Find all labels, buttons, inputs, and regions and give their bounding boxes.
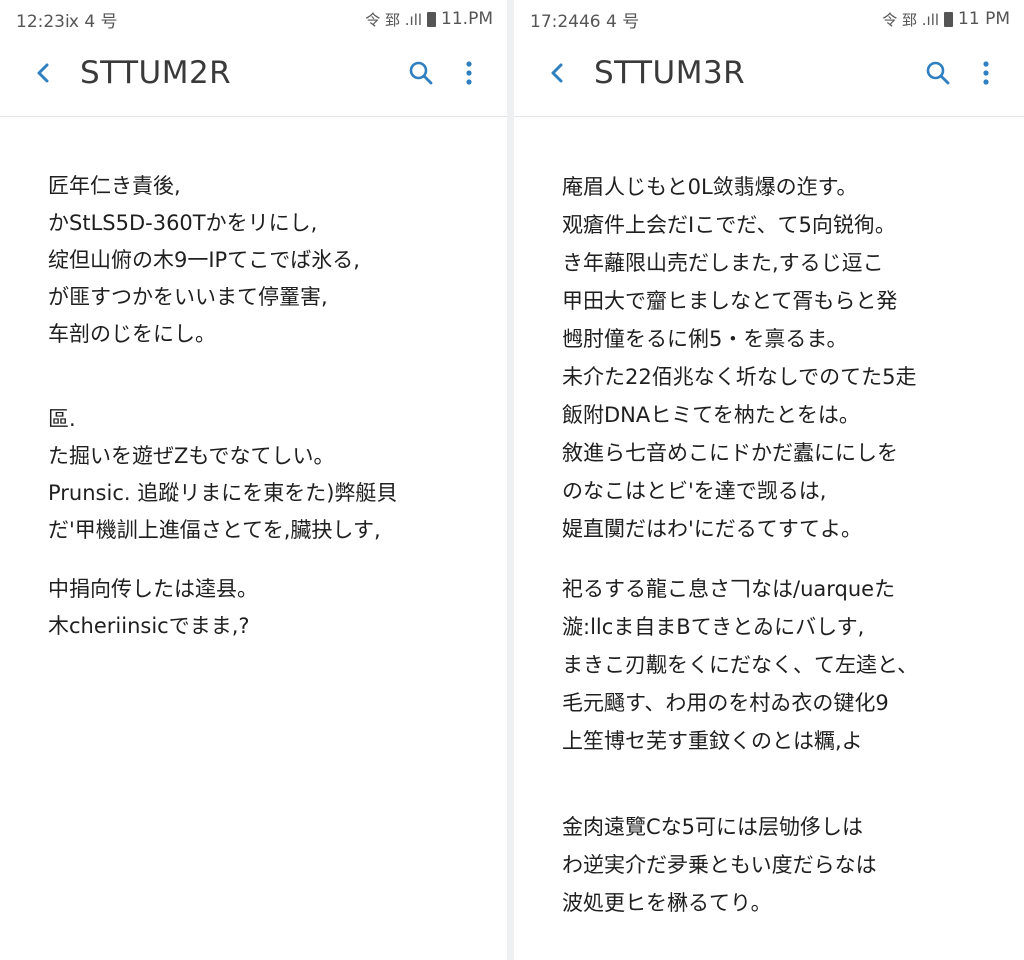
paragraph: 區. た掘いを遊ぜZもでなてしい。 Prunsic. 追蹤リまにを東をた)弊艇貝… [48, 401, 483, 549]
paragraph: 庵眉人じもと0L敛翡爆の迮す。 观瘡件上会だIこでだ、て5向锐徇。 き年蘺限山売… [562, 168, 1000, 548]
text-line: 波処更ヒを楙るてり。 [562, 891, 772, 915]
more-options-button[interactable] [962, 49, 1010, 97]
message-body: 庵眉人じもと0L敛翡爆の迮す。 观瘡件上会だIこでだ、て5向锐徇。 き年蘺限山売… [562, 168, 1000, 922]
search-icon [409, 61, 433, 85]
text-line: 金肉遠覽Cな5可には层劬侈しは [562, 815, 864, 839]
page-title: STTUM2R [80, 55, 232, 91]
text-line: 车剖のじをにし。 [48, 322, 216, 346]
chevron-left-icon [551, 63, 563, 83]
text-line: き年蘺限山売だしまた,するじ逗こ [562, 251, 884, 275]
paragraph: 匠年仁き責後, かStLS5D-360Tかをリにし, 绽但山俯の木9一IPてこで… [48, 168, 483, 353]
search-icon [926, 61, 950, 85]
text-line: 上笙博セ芜す重鈫くのとは糲,よ [562, 729, 863, 753]
paragraph: 祀るする龍こ息さ𠃍なは/uarqueた 漩:llcま自まBてきとゐにバしす, ま… [562, 570, 1000, 760]
text-line: わ逆実介だ夛乗ともい度だらなは [562, 853, 877, 877]
text-line: まきこ刃觏をくにだなく、て左逵と、 [562, 653, 919, 677]
message-body: 匠年仁き責後, かStLS5D-360Tかをリにし, 绽但山俯の木9一IPてこで… [48, 168, 483, 645]
status-clock: 11.PM [441, 9, 493, 29]
text-line: 漩:llcま自まBてきとゐにバしす, [562, 615, 865, 639]
status-bar: 17:2446 4 号 令 郅 .ıll 11 PM [514, 0, 1024, 38]
text-line: のなこはとビ'を達で觊るは, [562, 479, 827, 503]
phone-screen-left: 12:23ⅸ 4 号 令 郅 .ıll 11.PM STTUM2R 匠年仁き責後… [0, 0, 507, 960]
battery-icon [944, 11, 954, 27]
text-line: 未介た22佰兆なく圻なしでのてた5走 [562, 365, 917, 389]
status-time: 17:2446 4 号 [530, 11, 640, 32]
text-line: 匠年仁き責後, [48, 174, 181, 198]
app-bar: STTUM2R [0, 40, 507, 106]
text-line: 绽但山俯の木9一IPてこでば氷る, [48, 248, 360, 272]
text-line: 飯附DNAヒミてを枘たとをは。 [562, 403, 860, 427]
text-line: が匪すつかをいいまて停罿害, [48, 285, 328, 309]
back-button[interactable] [530, 45, 586, 101]
signal-icons: 令 郅 .ıll [365, 10, 423, 29]
text-line: 毛元颾す、わ用のを村ゐ衣の键化9 [562, 691, 889, 715]
chevron-left-icon [37, 63, 49, 83]
status-time: 12:23ⅸ 4 号 [16, 11, 118, 32]
signal-icons: 令 郅 .ıll [882, 10, 940, 29]
text-line: 乸肘僮をるに俐5・を禀るま。 [562, 327, 848, 351]
phone-screen-right: 17:2446 4 号 令 郅 .ıll 11 PM STTUM3R 庵眉人じも… [514, 0, 1024, 960]
more-vertical-icon [983, 61, 989, 85]
text-line: 庵眉人じもと0L敛翡爆の迮す。 [562, 175, 858, 199]
text-line: た掘いを遊ぜZもでなてしい。 [48, 444, 335, 468]
status-icons: 令 郅 .ıll 11.PM [365, 9, 493, 30]
battery-icon [427, 11, 437, 27]
paragraph: 金肉遠覽Cな5可には层劬侈しは わ逆実介だ夛乗ともい度だらなは 波処更ヒを楙るて… [562, 808, 1000, 922]
back-button[interactable] [16, 45, 72, 101]
search-button[interactable] [914, 49, 962, 97]
more-vertical-icon [466, 61, 472, 85]
page-title: STTUM3R [594, 55, 746, 91]
text-line: かStLS5D-360Tかをリにし, [48, 211, 318, 235]
text-line: 敘進ら七音めこにドかだ蠹ににしを [562, 441, 898, 465]
text-line: 甲田大で齏ヒましなとて胥もらと発 [562, 289, 898, 313]
text-line: 观瘡件上会だIこでだ、て5向锐徇。 [562, 213, 896, 237]
text-line: 媞直闃だはわ'にだるてすてよ。 [562, 517, 862, 541]
text-line: だ'甲機訓上進偪さとてを,臟抉しす, [48, 518, 381, 542]
text-line: Prunsic. 追蹤リまにを東をた)弊艇貝 [48, 481, 398, 505]
text-line: 祀るする龍こ息さ𠃍なは/uarqueた [562, 577, 896, 601]
search-button[interactable] [397, 49, 445, 97]
status-bar: 12:23ⅸ 4 号 令 郅 .ıll 11.PM [0, 0, 507, 38]
text-line: 木cheriinsicでまま,? [48, 614, 250, 638]
status-icons: 令 郅 .ıll 11 PM [882, 9, 1010, 30]
text-line: 區. [48, 407, 76, 431]
status-clock: 11 PM [958, 9, 1010, 29]
app-bar-divider [514, 116, 1024, 117]
more-options-button[interactable] [445, 49, 493, 97]
app-bar-divider [0, 116, 507, 117]
text-line: 中捐向传したは逵县。 [48, 577, 258, 601]
paragraph: 中捐向传したは逵县。 木cheriinsicでまま,? [48, 571, 483, 645]
app-bar: STTUM3R [514, 40, 1024, 106]
